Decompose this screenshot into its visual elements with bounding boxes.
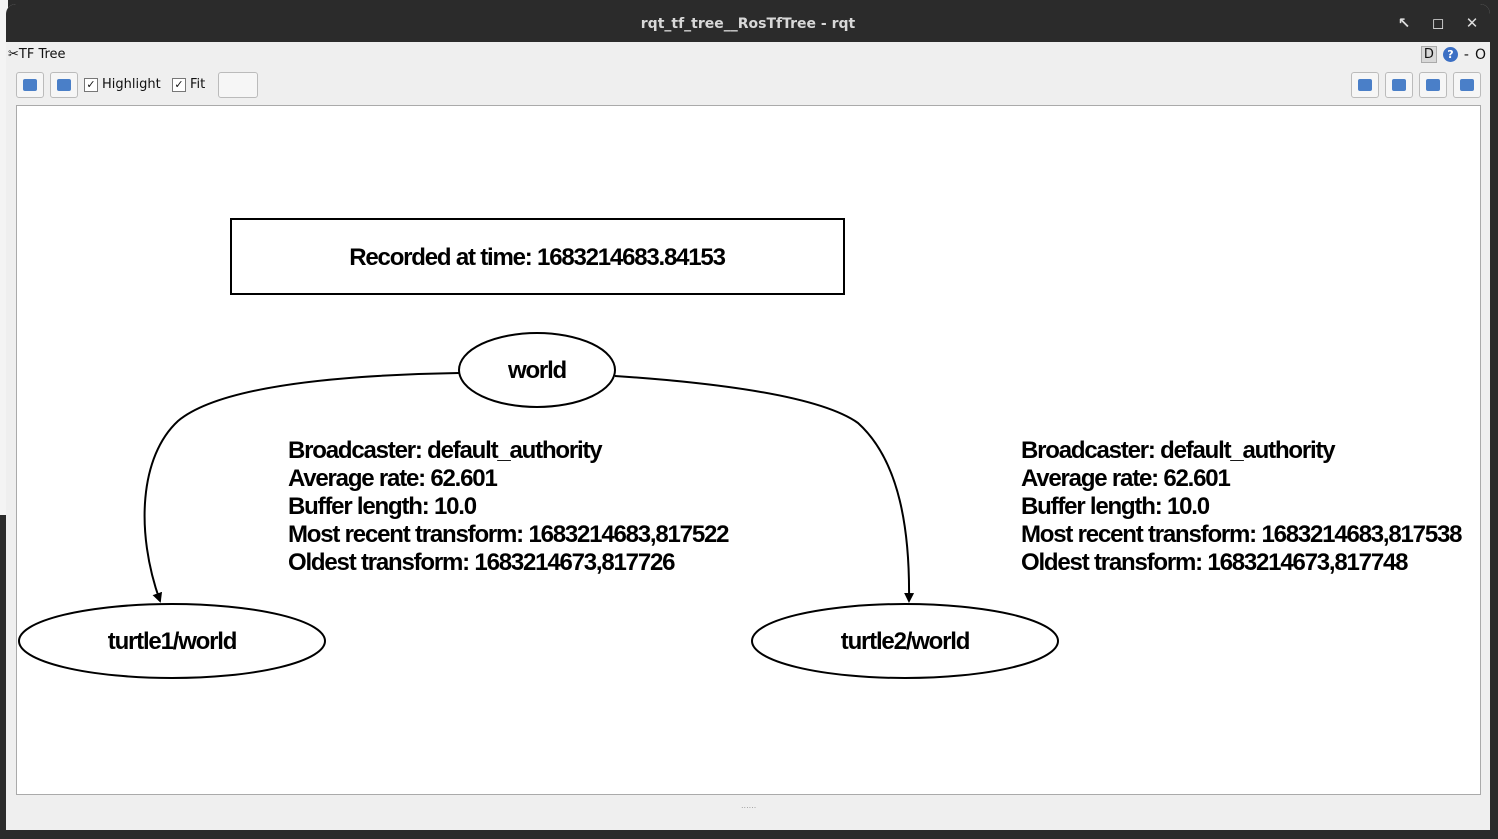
- refresh-button[interactable]: [50, 72, 78, 98]
- svg-text:Most recent transform: 1683214: Most recent transform: 1683214683,817538: [1021, 521, 1462, 548]
- resize-grip[interactable]: ......: [741, 801, 756, 810]
- toolbar: ✓ Highlight ✓ Fit: [6, 66, 1490, 104]
- highlight-checkbox[interactable]: ✓ Highlight: [84, 77, 161, 92]
- plugin-header: ✂TF Tree D ? - O: [6, 42, 1490, 66]
- svg-text:Average rate: 62.601: Average rate: 62.601: [1021, 465, 1230, 492]
- svg-text:Oldest transform: 1683214673,8: Oldest transform: 1683214673,817726: [288, 549, 675, 576]
- graph-canvas[interactable]: Recorded at time: 1683214683.84153 world…: [16, 105, 1481, 795]
- open-button[interactable]: [1351, 72, 1379, 98]
- tools-icon: ✂: [8, 47, 19, 62]
- node-world-label: world: [507, 357, 567, 384]
- fit-checkbox[interactable]: ✓ Fit: [172, 77, 205, 92]
- close-icon[interactable]: ✕: [1462, 14, 1482, 32]
- minimize-icon[interactable]: ↖: [1394, 14, 1414, 32]
- maximize-icon[interactable]: ◻: [1428, 14, 1448, 32]
- save-dot-button[interactable]: [1385, 72, 1413, 98]
- edge1-label: Broadcaster: default_authority Average r…: [288, 437, 730, 576]
- tf-tree-graph: Recorded at time: 1683214683.84153 world…: [18, 218, 1463, 679]
- blank-button[interactable]: [218, 72, 258, 98]
- plugin-title: TF Tree: [18, 47, 66, 62]
- svg-text:Buffer length: 10.0: Buffer length: 10.0: [1021, 493, 1210, 520]
- close-plugin-button[interactable]: O: [1475, 47, 1486, 63]
- svg-text:Average rate: 62.601: Average rate: 62.601: [288, 465, 497, 492]
- clear-button[interactable]: [16, 72, 44, 98]
- save-icon: [1426, 79, 1440, 91]
- window-title: rqt_tf_tree__RosTfTree - rqt: [640, 16, 856, 32]
- save-image-button[interactable]: [1453, 72, 1481, 98]
- shredder-icon: [23, 79, 37, 91]
- image-icon: [1460, 79, 1474, 91]
- minimize-plugin-button[interactable]: -: [1464, 47, 1469, 63]
- open-file-icon: [1358, 79, 1372, 91]
- rqt-window: rqt_tf_tree__RosTfTree - rqt ↖ ◻ ✕ ✂TF T…: [6, 4, 1490, 830]
- svg-text:Buffer length: 10.0: Buffer length: 10.0: [288, 493, 477, 520]
- svg-text:Most recent transform: 1683214: Most recent transform: 1683214683,817522: [288, 521, 729, 548]
- svg-text:Oldest transform: 1683214673,8: Oldest transform: 1683214673,817748: [1021, 549, 1408, 576]
- svg-text:Broadcaster: default_authority: Broadcaster: default_authority: [288, 437, 603, 464]
- dock-button[interactable]: D: [1420, 46, 1437, 63]
- svg-text:Broadcaster: default_authority: Broadcaster: default_authority: [1021, 437, 1336, 464]
- recorded-time: Recorded at time: 1683214683.84153: [349, 244, 725, 271]
- node-turtle2-label: turtle2/world: [841, 628, 970, 655]
- edge2-label: Broadcaster: default_authority Average r…: [1021, 437, 1463, 576]
- save-svg-button[interactable]: [1419, 72, 1447, 98]
- refresh-icon: [57, 79, 71, 91]
- title-bar: rqt_tf_tree__RosTfTree - rqt ↖ ◻ ✕: [6, 4, 1490, 42]
- help-icon[interactable]: ?: [1442, 47, 1458, 62]
- save-icon: [1392, 79, 1406, 91]
- node-turtle1-label: turtle1/world: [108, 628, 237, 655]
